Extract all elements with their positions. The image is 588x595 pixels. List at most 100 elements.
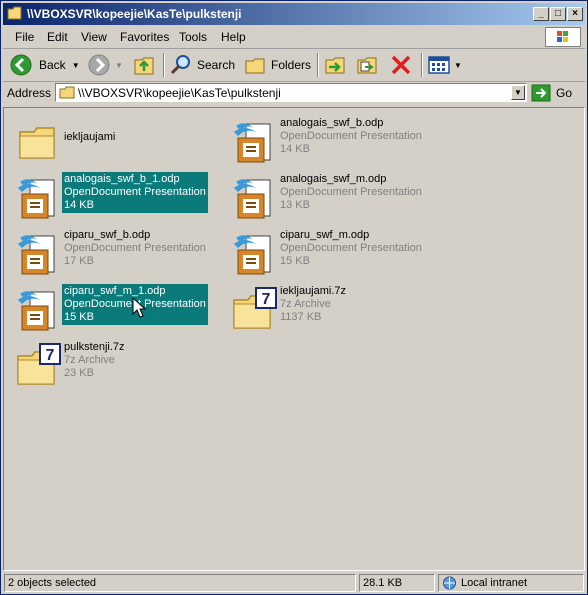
folders-icon [245, 58, 265, 74]
status-selection: 2 objects selected [4, 574, 356, 592]
file-item[interactable]: analogais_swf_m.odp OpenDocument Presenta… [226, 170, 436, 224]
go-button[interactable]: Go [531, 83, 583, 102]
move-to-icon [325, 57, 345, 74]
address-value: \\VBOXSVR\kopeejie\KasTe\pulkstenji [78, 86, 281, 100]
address-bar: Address \\VBOXSVR\kopeejie\KasTe\pulkste… [3, 82, 585, 104]
back-label: Back [39, 58, 66, 72]
odp-presentation-icon [14, 286, 62, 334]
close-button[interactable]: × [567, 7, 583, 21]
svg-text:7: 7 [46, 347, 55, 364]
file-item[interactable]: analogais_swf_b.odp OpenDocument Presenta… [226, 114, 436, 168]
file-labels: analogais_swf_m.odp OpenDocument Presenta… [278, 172, 424, 213]
odp-presentation-icon [14, 174, 62, 222]
move-to-button[interactable] [323, 53, 347, 77]
odp-presentation-icon [230, 174, 278, 222]
views-dropdown-icon[interactable]: ▼ [454, 61, 462, 70]
back-dropdown-icon[interactable]: ▼ [72, 61, 80, 70]
explorer-window: \\VBOXSVR\kopeejie\KasTe\pulkstenji _ □ … [0, 0, 588, 595]
file-item[interactable]: ciparu_swf_b.odp OpenDocument Presentatio… [10, 226, 220, 280]
file-name: pulkstenji.7z [64, 341, 125, 353]
file-type: 7z Archive [280, 298, 331, 310]
file-labels: ciparu_swf_b.odp OpenDocument Presentatio… [62, 228, 208, 269]
file-labels: iekljaujami.7z 7z Archive 1137 KB [278, 284, 348, 325]
file-labels: iekljaujami [62, 130, 117, 145]
forward-dropdown-icon[interactable]: ▼ [115, 61, 123, 70]
menu-file[interactable]: File [15, 30, 34, 44]
status-zone: Local intranet [438, 574, 584, 592]
seven-zip-archive-icon: 7 [230, 286, 278, 334]
file-name: analogais_swf_b.odp [280, 117, 384, 129]
odp-presentation-icon [230, 118, 278, 166]
status-zone-label: Local intranet [461, 577, 528, 589]
odp-presentation-icon [230, 230, 278, 278]
folder-icon [14, 118, 62, 166]
file-size: 23 KB [64, 367, 94, 379]
file-size: 15 KB [280, 255, 310, 267]
file-labels: analogais_swf_b_1.odp OpenDocument Presen… [62, 172, 208, 213]
svg-text:7: 7 [262, 291, 271, 308]
window-title: \\VBOXSVR\kopeejie\KasTe\pulkstenji [27, 7, 242, 21]
minimize-button[interactable]: _ [533, 7, 549, 21]
file-item[interactable]: analogais_swf_b_1.odp OpenDocument Presen… [10, 170, 220, 224]
up-folder-button[interactable] [133, 53, 155, 77]
file-item[interactable]: 7 pulkstenji.7z 7z Archive 23 KB [10, 338, 220, 392]
file-labels: analogais_swf_b.odp OpenDocument Presenta… [278, 116, 424, 157]
folder-icon [7, 6, 22, 20]
file-size: 13 KB [280, 199, 310, 211]
menu-view[interactable]: View [81, 30, 107, 44]
toolbar-separator [317, 53, 319, 77]
menu-bar: File Edit View Favorites Tools Help [3, 26, 585, 49]
file-item[interactable]: ciparu_swf_m.odp OpenDocument Presentatio… [226, 226, 436, 280]
file-type: OpenDocument Presentation [280, 130, 422, 142]
address-dropdown-icon[interactable]: ▼ [511, 85, 525, 100]
file-size: 17 KB [64, 255, 94, 267]
status-bar: 2 objects selected 28.1 KB Local intrane… [3, 573, 585, 593]
file-name: analogais_swf_b_1.odp [64, 173, 180, 185]
menu-tools[interactable]: Tools [179, 30, 207, 44]
odp-presentation-icon [14, 230, 62, 278]
copy-to-button[interactable] [355, 53, 379, 77]
mouse-cursor-icon [132, 297, 146, 318]
local-intranet-icon [443, 576, 456, 590]
search-icon [170, 55, 190, 75]
delete-icon [391, 55, 411, 75]
file-name: ciparu_swf_b.odp [64, 229, 151, 241]
file-size: 1137 KB [280, 311, 322, 323]
file-labels: ciparu_swf_m.odp OpenDocument Presentatio… [278, 228, 424, 269]
search-button[interactable]: Search [169, 53, 235, 77]
copy-to-icon [357, 57, 377, 74]
views-icon [428, 56, 450, 74]
forward-button[interactable]: ▼ [87, 53, 123, 77]
windows-logo-icon [545, 27, 581, 47]
maximize-button[interactable]: □ [550, 7, 566, 21]
file-labels: pulkstenji.7z 7z Archive 23 KB [62, 340, 127, 381]
go-arrow-icon [531, 84, 551, 101]
file-list[interactable]: iekljaujami analogais_swf_b.odp OpenDocume… [3, 107, 585, 571]
status-size: 28.1 KB [359, 574, 435, 592]
address-input[interactable]: \\VBOXSVR\kopeejie\KasTe\pulkstenji ▼ [55, 83, 527, 102]
views-button[interactable]: ▼ [427, 53, 462, 77]
file-item[interactable]: ciparu_swf_m_1.odp OpenDocument Presentat… [10, 282, 220, 336]
title-bar[interactable]: \\VBOXSVR\kopeejie\KasTe\pulkstenji _ □ … [3, 3, 585, 25]
file-type: OpenDocument Presentation [64, 186, 206, 198]
file-type: OpenDocument Presentation [64, 242, 206, 254]
back-button[interactable]: Back ▼ [9, 53, 80, 77]
menu-help[interactable]: Help [221, 30, 246, 44]
toolbar: Back ▼ ▼ Search Folders ▼ [3, 49, 585, 82]
menu-edit[interactable]: Edit [47, 30, 68, 44]
delete-button[interactable] [389, 53, 413, 77]
file-type: 7z Archive [64, 354, 115, 366]
seven-zip-archive-icon: 7 [14, 342, 62, 390]
file-size: 14 KB [64, 199, 94, 211]
address-label: Address [7, 86, 52, 100]
folders-button[interactable]: Folders [243, 53, 311, 77]
folder-icon [59, 86, 75, 99]
go-label: Go [556, 85, 573, 100]
menu-favorites[interactable]: Favorites [120, 30, 169, 44]
folder-item[interactable]: iekljaujami [10, 114, 220, 168]
folders-label: Folders [271, 58, 312, 72]
file-type: OpenDocument Presentation [280, 242, 422, 254]
file-type: OpenDocument Presentation [280, 186, 422, 198]
file-size: 14 KB [280, 143, 310, 155]
file-item[interactable]: 7 iekljaujami.7z 7z Archive 1137 KB [226, 282, 436, 336]
